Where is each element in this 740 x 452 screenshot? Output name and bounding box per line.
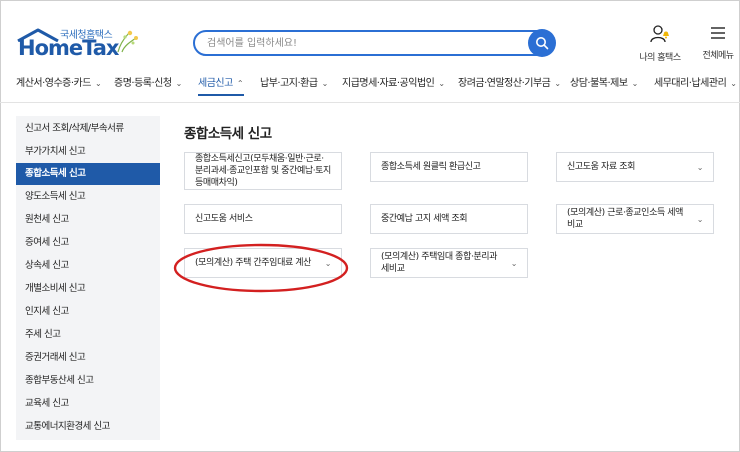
card-sim-religious-compare[interactable]: (모의계산) 근로·종교인소득 세액비교 ⌄ [556,204,714,234]
page-title: 종합소득세 신고 [184,126,272,142]
card-oneclick-refund[interactable]: 종합소득세 원클릭 환급신고 [370,152,528,182]
sidebar-item-consumption[interactable]: 개별소비세 신고 [16,278,160,300]
search-input[interactable] [207,35,507,52]
sidebar-item-vat[interactable]: 부가가치세 신고 [16,141,160,163]
header-divider [0,102,740,103]
highlight-circle [173,243,349,293]
gnb-item-incentives[interactable]: 장려금·연말정산·기부금 ⌄ [458,74,561,89]
sidebar-item-report-inquiry[interactable]: 신고서 조회/삭제/부속서류 [16,118,160,140]
chevron-down-icon: ⌄ [696,214,704,224]
card-help-service[interactable]: 신고도움 서비스 [184,204,342,234]
chevron-down-icon: ⌄ [94,79,102,88]
global-navigation: 계산서·영수증·카드 ⌄ 증명·등록·신청 ⌄ 세금신고 ⌃ 납부·고지·환급 ⌄ 지급… [0,70,740,94]
chevron-up-icon: ⌃ [236,79,244,88]
gnb-active-indicator [198,94,244,96]
search-bar [193,29,556,57]
sidebar-item-gift-tax[interactable]: 증여세 신고 [16,232,160,254]
flower-decoration-icon [117,30,138,53]
search-icon [536,37,549,50]
sidebar-item-education[interactable]: 교육세 신고 [16,393,160,415]
card-interim-inquiry[interactable]: 중간예납 고지 세액 조회 [370,204,528,234]
logo-wordmark: HomeTax [18,36,119,60]
gnb-item-statements[interactable]: 지급명세·자료·공익법인 ⌄ [342,74,445,89]
chevron-down-icon: ⌄ [696,162,704,172]
hometax-logo[interactable]: 국세청홈택스 HomeTax [16,26,140,62]
gnb-item-tax-filing[interactable]: 세금신고 ⌃ [198,74,244,89]
chevron-down-icon: ⌄ [730,79,737,88]
user-bell-icon [650,25,669,43]
sidebar-item-stamp[interactable]: 인지세 신고 [16,301,160,323]
gnb-item-certificates[interactable]: 증명·등록·신청 ⌄ [114,74,182,89]
sidebar-item-withholding[interactable]: 원천세 신고 [16,209,160,231]
sidebar-item-real-estate[interactable]: 종합부동산세 신고 [16,370,160,392]
chevron-down-icon: ⌄ [510,258,518,268]
all-menu-button[interactable]: 전체메뉴 [694,24,740,61]
chevron-down-icon: ⌄ [631,79,639,88]
chevron-down-icon: ⌄ [175,79,183,88]
chevron-down-icon: ⌄ [554,79,561,88]
chevron-down-icon: ⌄ [321,79,329,88]
my-hometax-button[interactable]: 나의 홈택스 [636,24,684,63]
search-button[interactable] [528,29,556,57]
sidebar-item-inheritance[interactable]: 상속세 신고 [16,255,160,277]
sidebar-item-liquor[interactable]: 주세 신고 [16,324,160,346]
chevron-down-icon: ⌄ [438,79,445,88]
sidebar-item-securities[interactable]: 증권거래세 신고 [16,347,160,369]
sidebar: 신고서 조회/삭제/부속서류 부가가치세 신고 종합소득세 신고 양도소득세 신… [16,116,160,440]
hamburger-menu-icon [711,27,725,39]
sidebar-item-transport-energy[interactable]: 교통에너지환경세 신고 [16,416,160,438]
card-income-tax-filing[interactable]: 종합소득세신고(모두채움·일반·근로·분리과세·종교인포함 및 중간예납·토지등… [184,152,342,190]
gnb-item-consulting[interactable]: 상담·불복·제보 ⌄ [570,74,638,89]
gnb-item-receipts[interactable]: 계산서·영수증·카드 ⌄ [16,74,102,89]
gnb-item-tax-agent[interactable]: 세무대리·납세관리 ⌄ [654,74,737,89]
card-help-data[interactable]: 신고도움 자료 조회 ⌄ [556,152,714,182]
card-sim-rental-compare[interactable]: (모의계산) 주택임대 종합·분리과세비교 ⌄ [370,248,528,278]
sidebar-item-capital-gains[interactable]: 양도소득세 신고 [16,186,160,208]
sidebar-item-income-tax[interactable]: 종합소득세 신고 [16,163,160,185]
gnb-item-payment[interactable]: 납부·고지·환급 ⌄ [260,74,328,89]
all-menu-label: 전체메뉴 [702,51,734,61]
my-hometax-label: 나의 홈택스 [639,53,681,63]
